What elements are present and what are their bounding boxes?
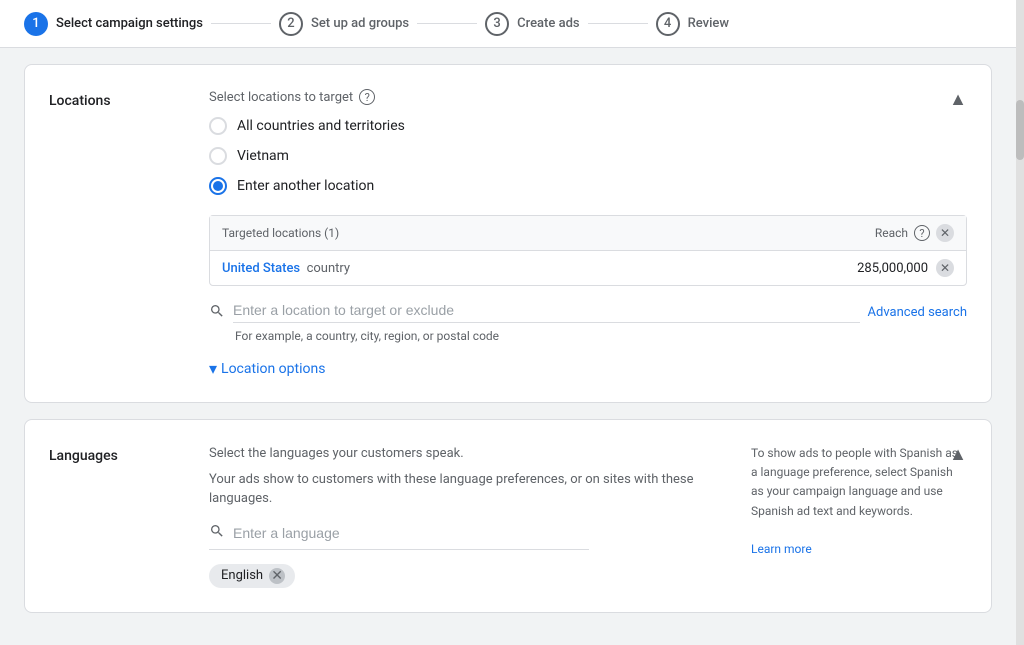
targeted-header-label: Targeted locations (1): [222, 226, 339, 240]
step-4[interactable]: 4 Review: [656, 12, 729, 36]
scrollbar-thumb[interactable]: [1016, 100, 1024, 160]
locations-subtitle: Select locations to target ?: [209, 89, 967, 105]
languages-aside: To show ads to people with Spanish as a …: [727, 444, 967, 559]
locations-card: Locations Select locations to target ? A…: [24, 64, 992, 403]
languages-content: Select the languages your customers spea…: [209, 444, 727, 588]
step-3[interactable]: 3 Create ads: [485, 12, 579, 36]
targeted-locations-table: Targeted locations (1) Reach ? ✕ United …: [209, 215, 967, 286]
step-2-label: Set up ad groups: [311, 16, 409, 31]
languages-section: Languages Select the languages your cust…: [25, 420, 991, 612]
location-search-row: Advanced search: [209, 302, 967, 323]
english-chip: English ✕: [209, 564, 295, 588]
reach-label: Reach: [875, 226, 908, 240]
english-chip-remove[interactable]: ✕: [269, 568, 285, 584]
targeted-row-us: United States country 285,000,000 ✕: [210, 251, 966, 285]
reach-help-icon[interactable]: ?: [914, 225, 930, 241]
stepper-steps: 1 Select campaign settings 2 Set up ad g…: [24, 12, 729, 36]
location-options-toggle[interactable]: ▾ Location options: [209, 359, 967, 378]
us-remove-button[interactable]: ✕: [936, 259, 954, 277]
step-4-number: 4: [656, 12, 680, 36]
locations-help-icon[interactable]: ?: [359, 89, 375, 105]
targeted-row-us-left: United States country: [222, 261, 350, 276]
step-1-label: Select campaign settings: [56, 16, 203, 31]
step-connector-2: [417, 23, 477, 24]
radio-another-location[interactable]: Enter another location: [209, 177, 967, 195]
location-options-chevron-icon: ▾: [209, 359, 217, 378]
location-search-hint: For example, a country, city, region, or…: [209, 329, 967, 343]
radio-vietnam[interactable]: Vietnam: [209, 147, 967, 165]
radio-another-location-circle: [209, 177, 227, 195]
radio-another-location-label: Enter another location: [237, 178, 374, 194]
step-4-label: Review: [688, 16, 729, 31]
languages-aside-text: To show ads to people with Spanish as a …: [751, 446, 958, 518]
targeted-row-us-right: 285,000,000 ✕: [857, 259, 954, 277]
location-search-icon: [209, 303, 225, 323]
languages-collapse-button[interactable]: ▲: [949, 444, 967, 465]
location-search-input[interactable]: [233, 302, 860, 323]
targeted-header-close[interactable]: ✕: [936, 224, 954, 242]
language-search-row: [209, 523, 589, 550]
step-2-number: 2: [279, 12, 303, 36]
languages-learn-more-link[interactable]: Learn more: [751, 542, 812, 556]
radio-vietnam-circle: [209, 147, 227, 165]
languages-description-2: Your ads show to customers with these la…: [209, 470, 727, 509]
main-content: Locations Select locations to target ? A…: [0, 48, 1016, 645]
locations-radio-group: All countries and territories Vietnam En…: [209, 117, 967, 195]
locations-collapse-button[interactable]: ▲: [949, 89, 967, 110]
language-search-icon: [209, 523, 225, 543]
languages-description-1: Select the languages your customers spea…: [209, 444, 727, 464]
language-search-input[interactable]: [233, 525, 589, 541]
radio-all-countries-circle: [209, 117, 227, 135]
us-reach: 285,000,000: [857, 261, 928, 276]
radio-vietnam-label: Vietnam: [237, 148, 289, 164]
radio-all-countries[interactable]: All countries and territories: [209, 117, 967, 135]
step-connector-1: [211, 23, 271, 24]
languages-aside-info: To show ads to people with Spanish as a …: [751, 444, 967, 559]
advanced-search-link[interactable]: Advanced search: [868, 305, 967, 320]
locations-content: Select locations to target ? All countri…: [209, 89, 967, 378]
targeted-header-right: Reach ? ✕: [875, 224, 954, 242]
step-3-label: Create ads: [517, 16, 579, 31]
language-chips: English ✕: [209, 564, 727, 588]
step-2[interactable]: 2 Set up ad groups: [279, 12, 409, 36]
location-options-label: Location options: [221, 361, 325, 377]
languages-card: Languages Select the languages your cust…: [24, 419, 992, 613]
targeted-header: Targeted locations (1) Reach ? ✕: [210, 216, 966, 251]
locations-label: Locations: [49, 89, 209, 109]
us-name: United States: [222, 261, 300, 276]
stepper-bar: 1 Select campaign settings 2 Set up ad g…: [0, 0, 1016, 48]
us-type: country: [307, 261, 351, 276]
step-connector-3: [588, 23, 648, 24]
step-1-number: 1: [24, 12, 48, 36]
step-1[interactable]: 1 Select campaign settings: [24, 12, 203, 36]
scrollbar-track[interactable]: [1016, 0, 1024, 645]
locations-section: Locations Select locations to target ? A…: [25, 65, 991, 402]
english-chip-label: English: [221, 568, 263, 583]
languages-label: Languages: [49, 444, 209, 464]
radio-all-countries-label: All countries and territories: [237, 118, 405, 134]
step-3-number: 3: [485, 12, 509, 36]
